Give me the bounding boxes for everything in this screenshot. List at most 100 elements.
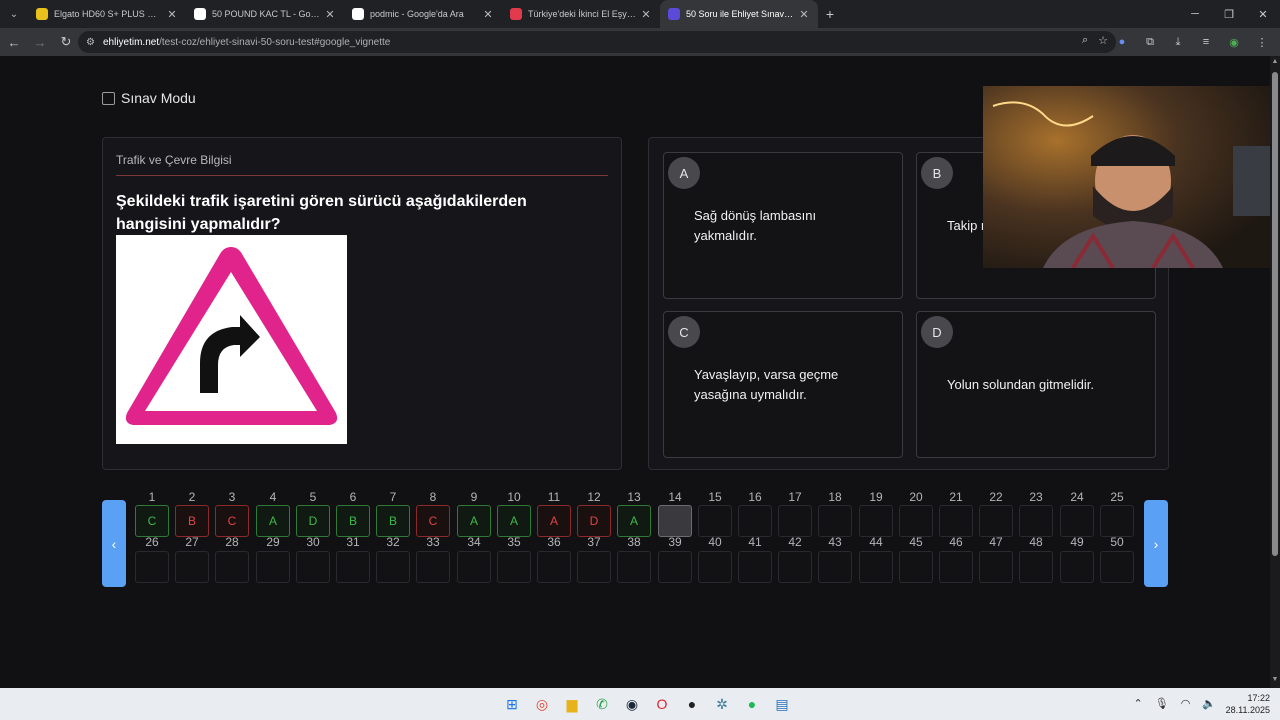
wifi-icon[interactable]: ◠ bbox=[1181, 697, 1191, 710]
question-answer-box[interactable] bbox=[939, 505, 973, 537]
tab-close-icon[interactable]: ✕ bbox=[482, 8, 494, 21]
scrollbar-thumb[interactable] bbox=[1272, 72, 1278, 556]
question-answer-box[interactable] bbox=[1019, 551, 1053, 583]
question-answer-box[interactable] bbox=[979, 505, 1013, 537]
profile-avatar-icon[interactable]: ◉ bbox=[1224, 32, 1244, 52]
file-explorer-icon[interactable]: ▆ bbox=[560, 692, 584, 716]
question-answer-box[interactable] bbox=[336, 551, 370, 583]
question-answer-box[interactable]: C bbox=[215, 505, 249, 537]
menu-dots-icon[interactable]: ⋮ bbox=[1252, 32, 1272, 52]
question-answer-box[interactable] bbox=[497, 551, 531, 583]
question-answer-box[interactable] bbox=[135, 551, 169, 583]
taskbar-clock[interactable]: 17:22 28.11.2025 bbox=[1226, 692, 1270, 716]
browser-tab[interactable]: podmic - Google'da Ara ✕ bbox=[344, 0, 502, 28]
settings-app-icon[interactable]: ✲ bbox=[710, 692, 734, 716]
windows-start-icon[interactable]: ⊞ bbox=[500, 692, 524, 716]
next-page-button[interactable]: › bbox=[1144, 500, 1168, 587]
question-answer-box[interactable] bbox=[939, 551, 973, 583]
browser-tab[interactable]: Türkiye'deki İkinci El Eşyaları Al ✕ bbox=[502, 0, 660, 28]
question-answer-box[interactable] bbox=[698, 551, 732, 583]
question-answer-box[interactable] bbox=[256, 551, 290, 583]
chrome-icon[interactable]: ◎ bbox=[530, 692, 554, 716]
tab-close-icon[interactable]: ✕ bbox=[166, 8, 178, 21]
question-answer-box[interactable] bbox=[1060, 551, 1094, 583]
question-answer-box[interactable] bbox=[979, 551, 1013, 583]
question-answer-box[interactable] bbox=[899, 551, 933, 583]
steam-icon[interactable]: ◉ bbox=[620, 692, 644, 716]
question-answer-box[interactable]: B bbox=[336, 505, 370, 537]
question-answer-box[interactable] bbox=[175, 551, 209, 583]
question-answer-box[interactable] bbox=[1060, 505, 1094, 537]
question-answer-box[interactable]: D bbox=[577, 505, 611, 537]
spotify-icon[interactable]: ● bbox=[740, 692, 764, 716]
option-d[interactable]: D Yolun solundan gitmelidir. bbox=[916, 311, 1156, 458]
question-answer-box[interactable] bbox=[859, 551, 893, 583]
option-a[interactable]: A Sağ dönüş lambasını yakmalıdır. bbox=[663, 152, 903, 299]
back-icon[interactable]: ← bbox=[2, 30, 26, 54]
question-answer-box[interactable] bbox=[658, 551, 692, 583]
question-answer-box[interactable] bbox=[577, 551, 611, 583]
question-answer-box[interactable] bbox=[778, 551, 812, 583]
question-answer-box[interactable]: B bbox=[175, 505, 209, 537]
question-answer-box[interactable] bbox=[778, 505, 812, 537]
exam-mode-toggle[interactable]: Sınav Modu bbox=[102, 90, 196, 106]
question-answer-box[interactable]: B bbox=[376, 505, 410, 537]
question-answer-box[interactable] bbox=[376, 551, 410, 583]
question-answer-box[interactable]: A bbox=[497, 505, 531, 537]
tray-expand-icon[interactable]: ⌃ bbox=[1134, 697, 1143, 710]
question-answer-box[interactable]: D bbox=[296, 505, 330, 537]
question-answer-box[interactable]: A bbox=[537, 505, 571, 537]
question-answer-box[interactable] bbox=[416, 551, 450, 583]
question-answer-box[interactable] bbox=[215, 551, 249, 583]
browser-tab[interactable]: Elgato HD60 S+ PLUS External ✕ bbox=[28, 0, 186, 28]
opera-icon[interactable]: O bbox=[650, 692, 674, 716]
obs-icon[interactable]: ● bbox=[680, 692, 704, 716]
scroll-up-icon[interactable]: ▲ bbox=[1270, 58, 1280, 68]
bookmark-star-icon[interactable]: ☆ bbox=[1098, 34, 1108, 47]
forward-icon[interactable]: → bbox=[28, 30, 52, 54]
question-answer-box[interactable] bbox=[899, 505, 933, 537]
media-icon[interactable]: ≡ bbox=[1196, 32, 1216, 52]
minimize-icon[interactable]: ─ bbox=[1178, 0, 1212, 28]
scroll-down-icon[interactable]: ▼ bbox=[1270, 676, 1280, 686]
extension-icon[interactable]: ● bbox=[1112, 32, 1132, 52]
volume-icon[interactable]: 🔈 bbox=[1202, 697, 1216, 710]
question-answer-box[interactable] bbox=[738, 505, 772, 537]
question-answer-box[interactable] bbox=[1100, 505, 1134, 537]
question-answer-box[interactable] bbox=[1019, 505, 1053, 537]
question-answer-box[interactable]: A bbox=[256, 505, 290, 537]
prev-page-button[interactable]: ‹ bbox=[102, 500, 126, 587]
question-answer-box[interactable]: A bbox=[457, 505, 491, 537]
downloads-icon[interactable]: ⤓ bbox=[1168, 32, 1188, 52]
question-answer-box[interactable] bbox=[859, 505, 893, 537]
question-answer-box[interactable] bbox=[537, 551, 571, 583]
question-answer-box[interactable]: A bbox=[617, 505, 651, 537]
new-tab-button[interactable]: + bbox=[818, 6, 842, 22]
question-answer-box[interactable] bbox=[818, 551, 852, 583]
zoom-icon[interactable]: ⌕ bbox=[1082, 34, 1088, 47]
close-window-icon[interactable]: ✕ bbox=[1246, 0, 1280, 28]
question-answer-box[interactable]: C bbox=[135, 505, 169, 537]
question-answer-box[interactable] bbox=[658, 505, 692, 537]
browser-tab[interactable]: 50 POUND KAC TL - Google'da ✕ bbox=[186, 0, 344, 28]
whatsapp-icon[interactable]: ✆ bbox=[590, 692, 614, 716]
question-answer-box[interactable] bbox=[818, 505, 852, 537]
question-answer-box[interactable] bbox=[296, 551, 330, 583]
address-bar[interactable]: ⚙ ehliyetim.net/test-coz/ehliyet-sinavi-… bbox=[78, 31, 1116, 53]
microphone-icon[interactable]: 🎙 bbox=[1155, 697, 1169, 710]
exam-mode-checkbox[interactable] bbox=[102, 91, 115, 105]
question-answer-box[interactable] bbox=[698, 505, 732, 537]
question-answer-box[interactable] bbox=[617, 551, 651, 583]
option-c[interactable]: C Yavaşlayıp, varsa geçme yasağına uymal… bbox=[663, 311, 903, 458]
tab-close-icon[interactable]: ✕ bbox=[798, 8, 810, 21]
tab-close-icon[interactable]: ✕ bbox=[640, 8, 652, 21]
question-answer-box[interactable] bbox=[1100, 551, 1134, 583]
extensions-puzzle-icon[interactable]: ⧉ bbox=[1140, 32, 1160, 52]
restore-icon[interactable]: ❐ bbox=[1212, 0, 1246, 28]
question-answer-box[interactable]: C bbox=[416, 505, 450, 537]
reload-icon[interactable]: ↻ bbox=[54, 30, 78, 54]
question-answer-box[interactable] bbox=[738, 551, 772, 583]
tab-search-icon[interactable]: ⌄ bbox=[0, 0, 28, 28]
site-info-icon[interactable]: ⚙ bbox=[86, 37, 95, 48]
tab-close-icon[interactable]: ✕ bbox=[324, 8, 336, 21]
